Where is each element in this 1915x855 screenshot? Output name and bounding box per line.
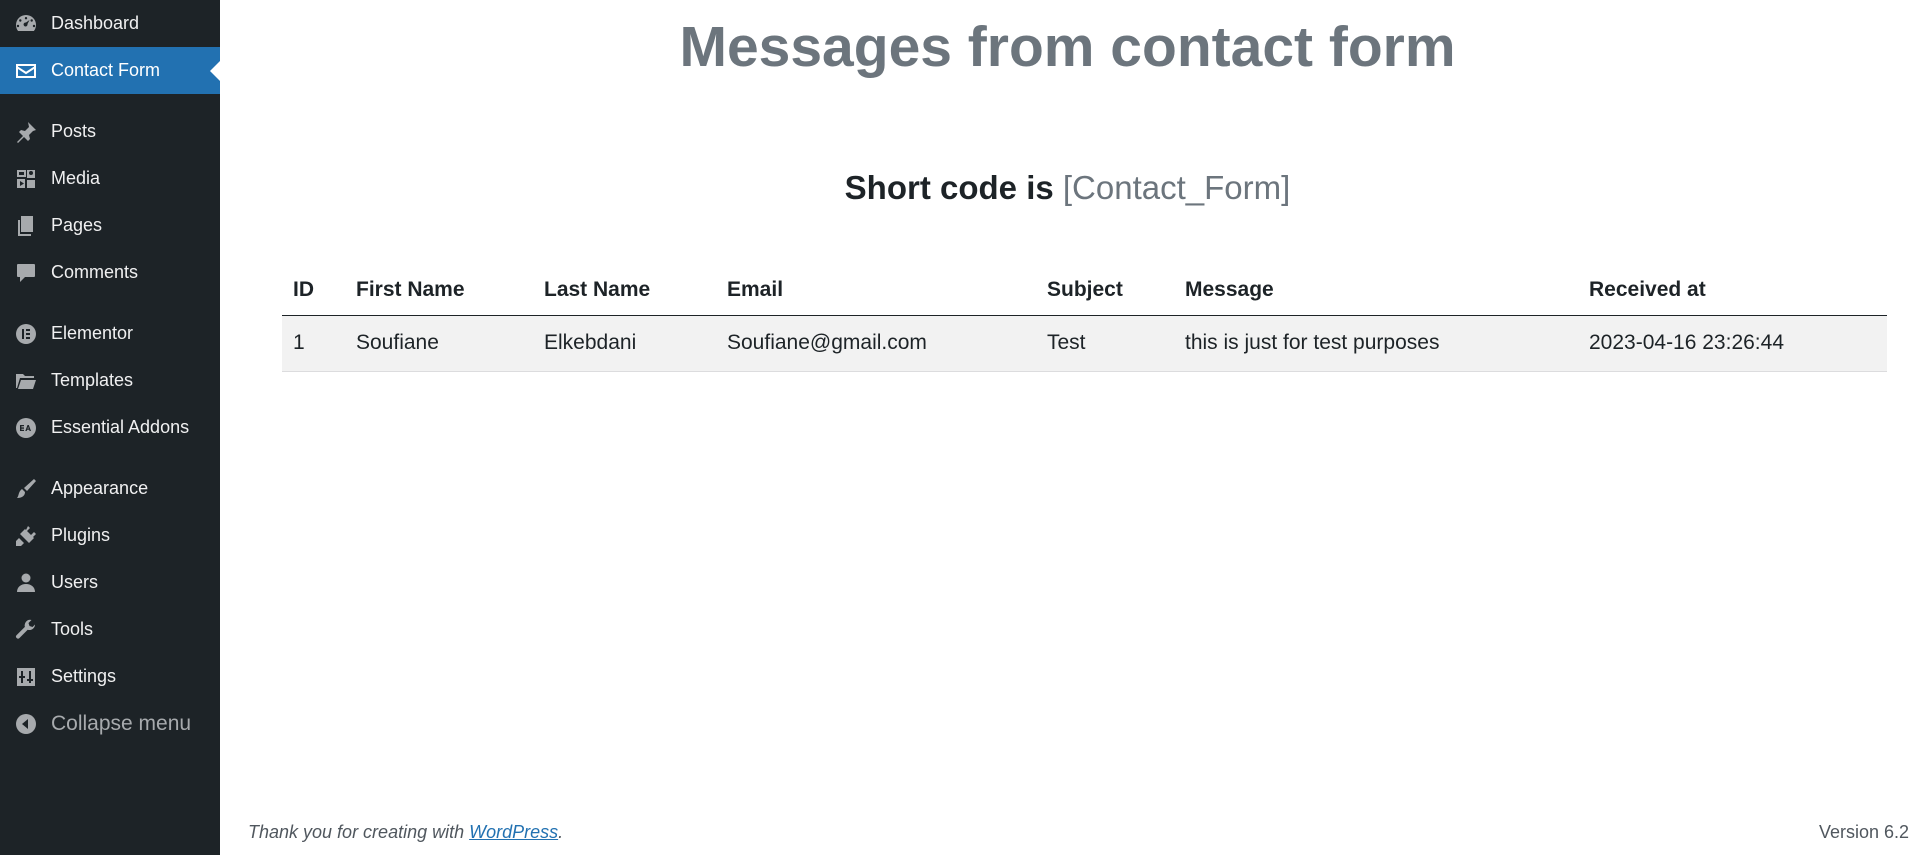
dashboard-icon bbox=[13, 11, 39, 37]
sidebar-item-media[interactable]: Media bbox=[0, 155, 220, 202]
sidebar-item-templates[interactable]: Templates bbox=[0, 357, 220, 404]
admin-sidebar: Dashboard Contact Form Posts Media Pages… bbox=[0, 0, 220, 855]
table-row: 1 Soufiane Elkebdani Soufiane@gmail.com … bbox=[282, 315, 1887, 372]
sidebar-item-posts[interactable]: Posts bbox=[0, 108, 220, 155]
folder-icon bbox=[13, 368, 39, 394]
column-header-id: ID bbox=[282, 265, 345, 316]
sidebar-item-label: Plugins bbox=[51, 525, 111, 545]
sidebar-item-label: Appearance bbox=[51, 478, 149, 498]
sidebar-item-tools[interactable]: Tools bbox=[0, 606, 220, 653]
version-text: Version 6.2 bbox=[1818, 821, 1909, 842]
collapse-arrow-icon bbox=[13, 711, 39, 737]
page-title: Messages from contact form bbox=[679, 15, 1456, 79]
envelope-icon bbox=[13, 58, 39, 84]
settings-icon bbox=[13, 664, 39, 690]
sidebar-item-appearance[interactable]: Appearance bbox=[0, 465, 220, 512]
sidebar-item-label: Contact Form bbox=[51, 60, 161, 80]
cell-received-at: 2023-04-16 23:26:44 bbox=[1578, 315, 1887, 372]
table-header-row: ID First Name Last Name Email Subject Me… bbox=[282, 265, 1887, 316]
shortcode-value: [Contact_Form] bbox=[1062, 169, 1291, 206]
footer-thanks: Thank you for creating with WordPress. bbox=[248, 822, 563, 843]
sidebar-item-comments[interactable]: Comments bbox=[0, 249, 220, 296]
sidebar-item-essential-addons[interactable]: Essential Addons bbox=[0, 404, 220, 451]
sidebar-item-label: Tools bbox=[51, 619, 94, 639]
sidebar-item-label: Users bbox=[51, 572, 99, 592]
footer-thanks-prefix: Thank you for creating with bbox=[248, 821, 465, 842]
sidebar-item-label: Posts bbox=[51, 121, 97, 141]
sidebar-item-label: Essential Addons bbox=[51, 417, 190, 437]
sidebar-item-contact-form[interactable]: Contact Form bbox=[0, 47, 220, 94]
sidebar-item-label: Settings bbox=[51, 666, 117, 686]
collapse-menu-label: Collapse menu bbox=[51, 711, 192, 735]
media-icon bbox=[13, 166, 39, 192]
sidebar-item-plugins[interactable]: Plugins bbox=[0, 512, 220, 559]
shortcode-heading: Short code is [Contact_Form] bbox=[220, 166, 1915, 210]
wordpress-link[interactable]: WordPress bbox=[469, 822, 558, 842]
sidebar-item-pages[interactable]: Pages bbox=[0, 202, 220, 249]
cell-message: this is just for test purposes bbox=[1174, 315, 1578, 372]
collapse-menu-button[interactable]: Collapse menu bbox=[0, 700, 220, 747]
sidebar-item-label: Comments bbox=[51, 262, 139, 282]
user-icon bbox=[13, 570, 39, 596]
comment-icon bbox=[13, 260, 39, 286]
column-header-message: Message bbox=[1174, 265, 1578, 316]
cell-id: 1 bbox=[282, 315, 345, 372]
cell-email: Soufiane@gmail.com bbox=[716, 315, 1036, 372]
cell-first-name: Soufiane bbox=[345, 315, 533, 372]
pages-icon bbox=[13, 213, 39, 239]
sidebar-item-elementor[interactable]: Elementor bbox=[0, 310, 220, 357]
column-header-last-name: Last Name bbox=[533, 265, 716, 316]
sidebar-item-users[interactable]: Users bbox=[0, 559, 220, 606]
plug-icon bbox=[13, 523, 39, 549]
column-header-received-at: Received at bbox=[1578, 265, 1887, 316]
footer-thanks-suffix: . bbox=[558, 821, 564, 842]
admin-footer: Thank you for creating with WordPress. V… bbox=[248, 819, 1909, 845]
shortcode-prefix: Short code is bbox=[844, 169, 1054, 206]
sidebar-item-dashboard[interactable]: Dashboard bbox=[0, 0, 220, 47]
sidebar-item-label: Dashboard bbox=[51, 13, 140, 33]
column-header-first-name: First Name bbox=[345, 265, 533, 316]
wrench-icon bbox=[13, 617, 39, 643]
main-content: Messages from contact form Short code is… bbox=[220, 0, 1915, 855]
pushpin-icon bbox=[13, 119, 39, 145]
sidebar-item-label: Elementor bbox=[51, 323, 134, 343]
sidebar-item-label: Pages bbox=[51, 215, 103, 235]
sidebar-item-settings[interactable]: Settings bbox=[0, 653, 220, 700]
paintbrush-icon bbox=[13, 476, 39, 502]
elementor-icon bbox=[13, 321, 39, 347]
column-header-email: Email bbox=[716, 265, 1036, 316]
messages-table: ID First Name Last Name Email Subject Me… bbox=[282, 265, 1887, 372]
cell-last-name: Elkebdani bbox=[533, 315, 716, 372]
column-header-subject: Subject bbox=[1036, 265, 1174, 316]
cell-subject: Test bbox=[1036, 315, 1174, 372]
sidebar-item-label: Media bbox=[51, 168, 101, 188]
essential-addons-icon bbox=[13, 415, 39, 441]
sidebar-item-label: Templates bbox=[51, 370, 134, 390]
